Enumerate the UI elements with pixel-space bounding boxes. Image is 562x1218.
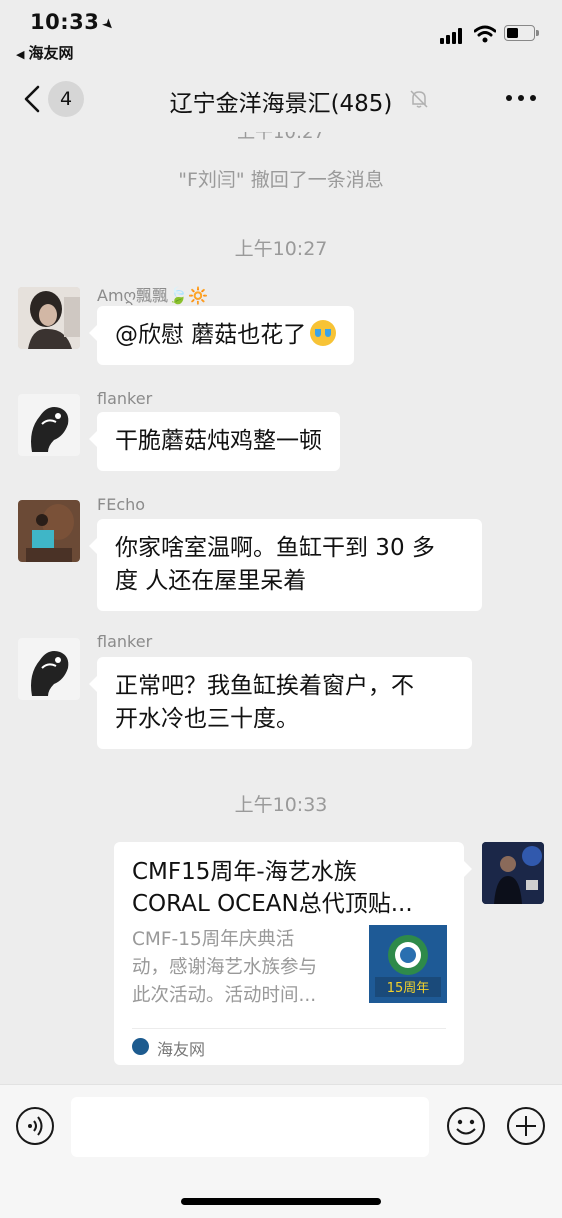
message-bubble[interactable]: 干脆蘑菇炖鸡整一顿	[89, 412, 340, 471]
link-card-thumbnail: 15周年	[369, 925, 447, 1003]
more-icon[interactable]	[504, 88, 538, 108]
link-card-title: CMF15周年-海艺水族 CORAL OCEAN总代顶贴...	[132, 856, 452, 920]
avatar[interactable]	[18, 394, 80, 456]
avatar[interactable]	[18, 638, 80, 700]
emoji-icon[interactable]	[446, 1106, 486, 1146]
back-triangle-icon: ◀	[16, 48, 25, 61]
message-list[interactable]: 上午10:27 "F刘闫" 撤回了一条消息 上午10:27 Amღ飄飄🍃🔆 @欣…	[0, 132, 562, 1084]
battery-icon	[504, 25, 539, 41]
thumbnail-label: 15周年	[387, 981, 430, 996]
wifi-icon	[474, 25, 496, 43]
status-time: 10:33➤	[30, 10, 119, 35]
status-bar: 10:33➤ ◀ 海友网	[0, 0, 562, 70]
message-input[interactable]	[71, 1097, 429, 1157]
message-bubble[interactable]: 你家啥室温啊。鱼缸干到 30 多 度 人还在屋里呆着	[89, 519, 482, 611]
signal-icon	[440, 28, 466, 44]
back-to-app-link[interactable]: ◀ 海友网	[16, 42, 73, 63]
recall-notice: "F刘闫" 撤回了一条消息	[178, 169, 384, 191]
message-text-line: 正常吧？我鱼缸挨着窗户，不	[115, 673, 414, 699]
source-logo-icon	[132, 1038, 149, 1055]
timestamp: 上午10:33	[234, 794, 328, 816]
message-text: @欣慰 蘑菇也花了	[115, 322, 307, 348]
avatar[interactable]	[18, 500, 80, 562]
chat-title: 辽宁金洋海景汇(485)	[169, 91, 393, 117]
link-card-title-line: CORAL OCEAN总代顶贴...	[132, 891, 413, 917]
message-bubble[interactable]: @欣慰 蘑菇也花了	[88, 306, 355, 365]
home-indicator[interactable]	[181, 1198, 381, 1205]
link-card-source: 海友网	[157, 1040, 206, 1059]
my-avatar[interactable]	[482, 842, 544, 904]
message-text: 干脆蘑菇炖鸡整一顿	[115, 428, 322, 454]
link-card-desc-line: CMF-15周年庆典活	[132, 929, 295, 950]
mute-bell-icon	[410, 90, 428, 108]
timestamp-partial: 上午10:27	[237, 132, 325, 143]
avatar[interactable]	[18, 287, 80, 349]
back-app-label: 海友网	[28, 44, 74, 62]
link-card[interactable]: CMF15周年-海艺水族 CORAL OCEAN总代顶贴... CMF-15周年…	[114, 842, 472, 1065]
crying-emoji-icon	[310, 320, 337, 346]
link-card-title-line: CMF15周年-海艺水族	[132, 859, 357, 885]
sender-name: flanker	[97, 389, 153, 408]
plus-icon[interactable]	[506, 1106, 546, 1146]
timestamp: 上午10:27	[234, 238, 328, 260]
status-time-text: 10:33	[30, 10, 100, 34]
chat-header: 4 辽宁金洋海景汇(485)	[0, 70, 562, 132]
message-text-line: 你家啥室温啊。鱼缸干到 30 多	[115, 535, 435, 561]
link-card-desc-line: 动，感谢海艺水族参与	[132, 957, 318, 978]
divider	[132, 1028, 446, 1029]
sender-name: Amღ飄飄🍃🔆	[97, 286, 208, 305]
voice-icon[interactable]	[15, 1106, 55, 1146]
link-card-desc-line: 此次活动。活动时间...	[132, 985, 317, 1006]
message-text-line: 开水冷也三十度。	[115, 706, 299, 732]
unread-count-badge[interactable]: 4	[48, 81, 84, 117]
location-arrow-icon: ➤	[98, 15, 119, 35]
back-chevron-icon[interactable]	[22, 84, 42, 114]
sender-name: flanker	[97, 632, 153, 651]
link-card-description: CMF-15周年庆典活 动，感谢海艺水族参与 此次活动。活动时间...	[132, 926, 352, 1010]
message-text-line: 度 人还在屋里呆着	[115, 568, 307, 594]
sender-name: FEcho	[97, 495, 146, 514]
message-bubble[interactable]: 正常吧？我鱼缸挨着窗户，不 开水冷也三十度。	[89, 657, 472, 749]
